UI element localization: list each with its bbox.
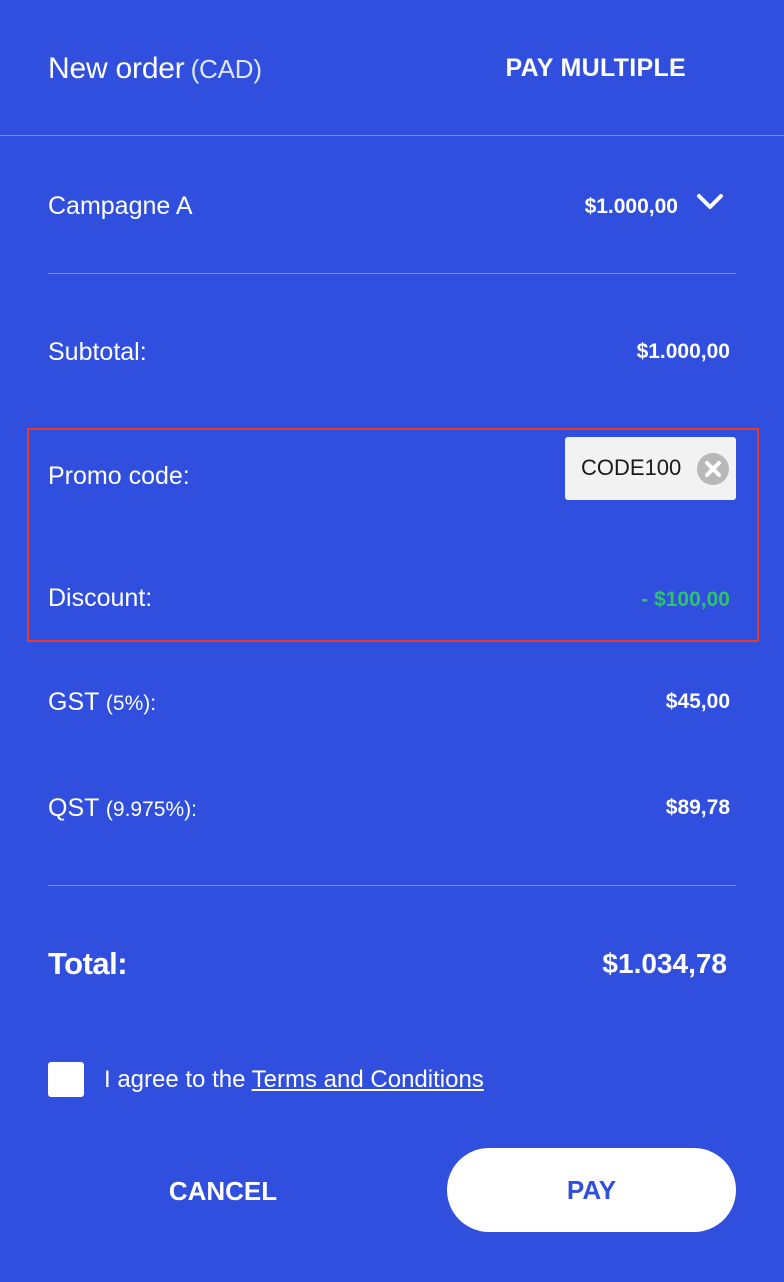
cancel-button[interactable]: CANCEL <box>120 1150 326 1232</box>
pay-button[interactable]: PAY <box>447 1148 736 1232</box>
terms-checkbox[interactable] <box>48 1062 84 1097</box>
gst-value: $45,00 <box>665 690 730 713</box>
title-text: New order <box>48 52 185 85</box>
terms-prefix: I agree to the <box>104 1066 246 1093</box>
gst-rate: (5%): <box>105 692 157 715</box>
gst-name: GST <box>48 688 99 716</box>
close-circle-icon[interactable] <box>697 453 729 485</box>
discount-value: - $100,00 <box>641 588 730 611</box>
order-header: New order (CAD) PAY MULTIPLE <box>0 0 784 136</box>
subtotal-row: Subtotal: $1.000,00 <box>48 338 730 374</box>
promo-code-chip[interactable]: CODE100 <box>565 437 736 500</box>
qst-row: QST (9.975%): $89,78 <box>48 794 730 830</box>
promo-code-value: CODE100 <box>581 455 682 480</box>
promo-code-label: Promo code: <box>48 462 190 490</box>
terms-agreement: I agree to the Terms and Conditions <box>104 1066 484 1094</box>
subtotal-value: $1.000,00 <box>636 340 730 363</box>
qst-label: QST (9.975%): <box>48 794 197 823</box>
subtotal-label: Subtotal: <box>48 338 147 366</box>
total-label: Total: <box>48 946 128 981</box>
chevron-down-icon[interactable] <box>696 192 724 212</box>
campaign-row[interactable]: Campagne A $1.000,00 <box>48 190 736 230</box>
terms-link[interactable]: Terms and Conditions <box>252 1066 484 1093</box>
campaign-name: Campagne A <box>48 192 193 220</box>
divider <box>48 273 736 274</box>
total-value: $1.034,78 <box>602 948 727 979</box>
pay-multiple-button[interactable]: PAY MULTIPLE <box>506 54 686 83</box>
gst-label: GST (5%): <box>48 688 156 717</box>
qst-rate: (9.975%): <box>105 798 197 821</box>
qst-value: $89,78 <box>665 796 730 819</box>
page-title: New order (CAD) <box>48 52 262 86</box>
order-panel: New order (CAD) PAY MULTIPLE Campagne A $… <box>0 0 784 1282</box>
campaign-amount: $1.000,00 <box>584 195 678 218</box>
qst-name: QST <box>48 794 99 822</box>
gst-row: GST (5%): $45,00 <box>48 688 730 724</box>
currency-label: (CAD) <box>190 54 262 84</box>
discount-label: Discount: <box>48 584 153 612</box>
divider <box>48 885 736 886</box>
